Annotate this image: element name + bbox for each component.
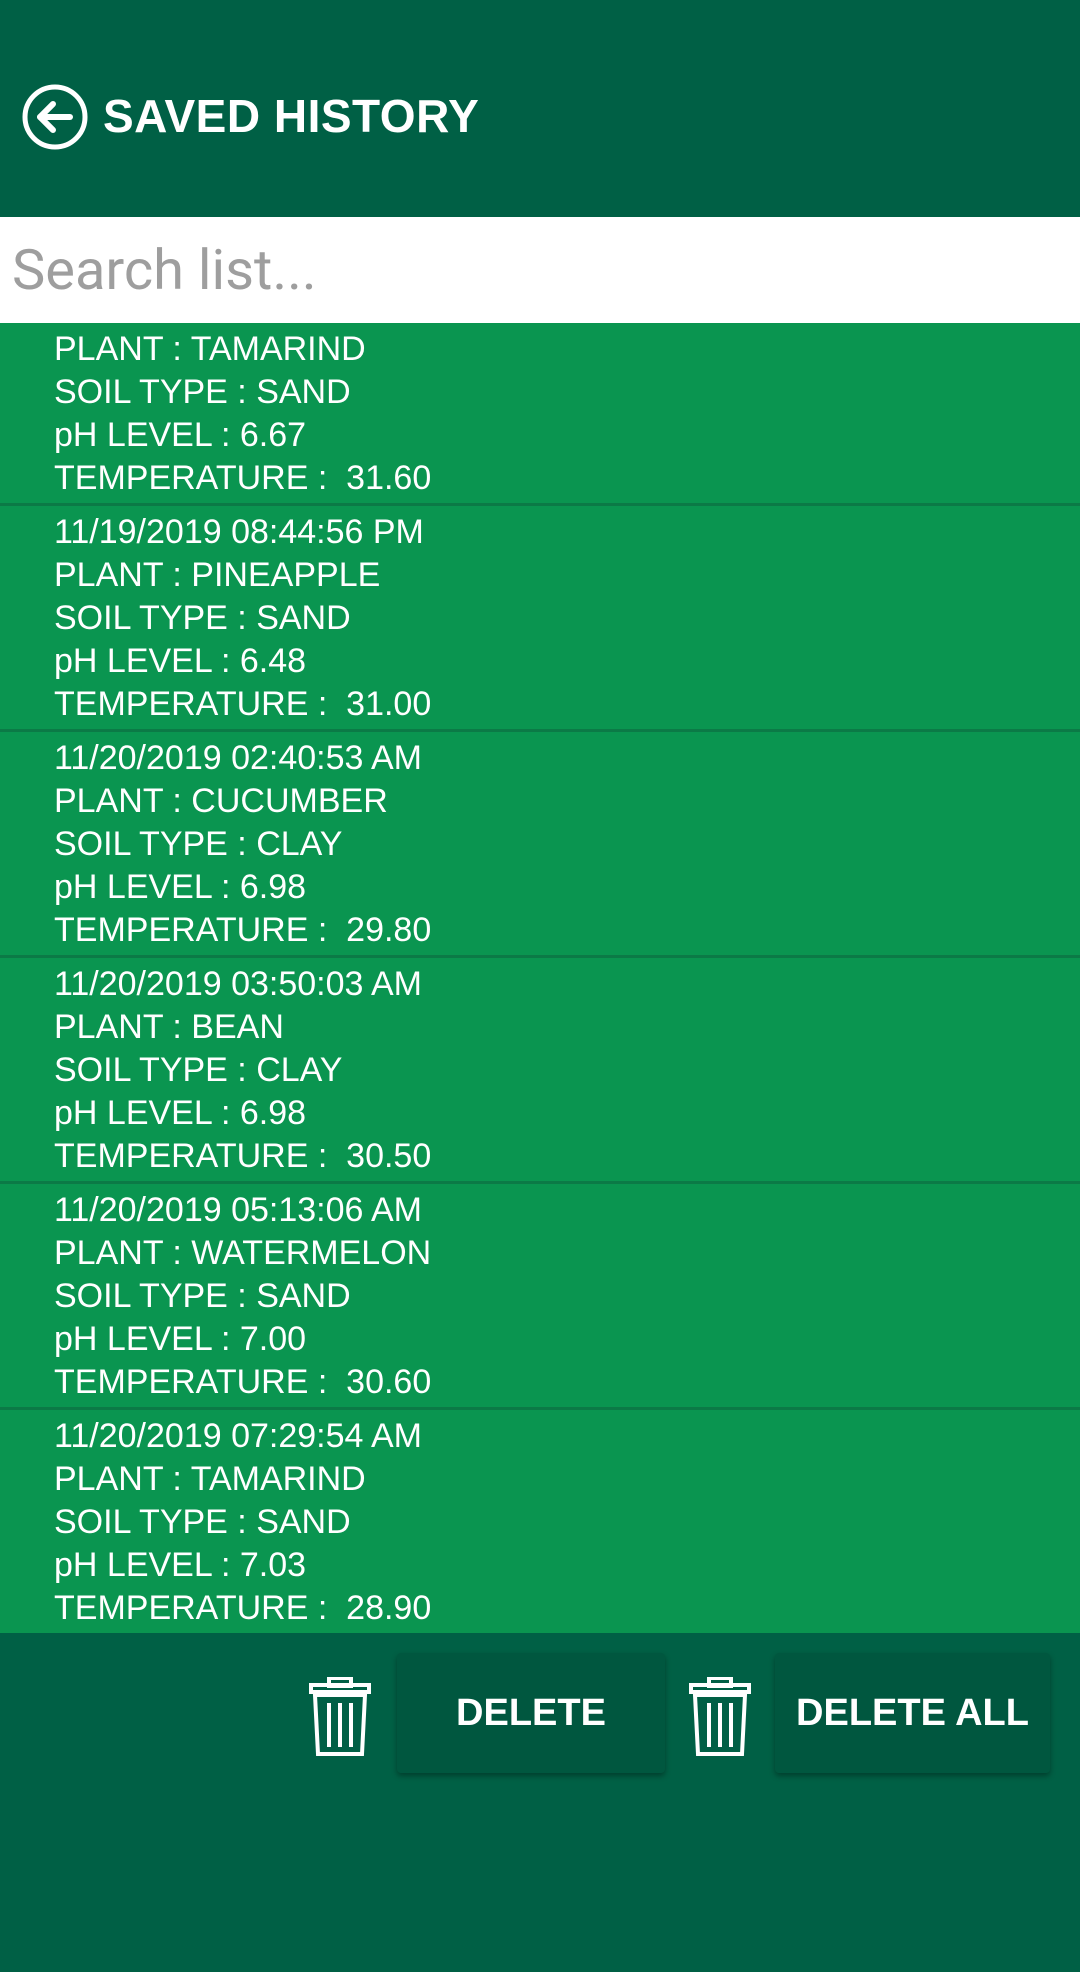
app-bar: SAVED HISTORY (0, 0, 1080, 217)
item-plant: PLANT : TAMARIND (54, 330, 366, 368)
trash-icon[interactable] (687, 1677, 753, 1757)
back-button[interactable] (20, 82, 90, 152)
item-plant: PLANT : CUCUMBER (54, 782, 388, 820)
list-item[interactable]: 11/20/2019 07:29:54 AM PLANT : TAMARIND SO… (0, 1410, 1080, 1633)
list-item[interactable]: 11/20/2019 02:40:53 AM PLANT : CUCUMBER SO… (0, 732, 1080, 958)
item-soil-type: SOIL TYPE : SAND (54, 1503, 351, 1541)
item-ph-level: pH LEVEL : 6.67 (54, 416, 307, 454)
item-soil-type: SOIL TYPE : SAND (54, 599, 351, 637)
item-ph-level: pH LEVEL : 7.03 (54, 1546, 307, 1584)
item-temperature: TEMPERATURE : 29.80 (54, 911, 432, 949)
history-list[interactable]: 11/19/2019 08:40:12 PMPLANT : TAMARINDSO… (0, 323, 1080, 1633)
item-soil-type: SOIL TYPE : CLAY (54, 825, 343, 863)
item-ph-level: pH LEVEL : 7.00 (54, 1320, 307, 1358)
item-datetime: 11/20/2019 05:13:06 AM (54, 1191, 423, 1229)
item-soil-type: SOIL TYPE : SAND (54, 1277, 351, 1315)
item-datetime: 11/20/2019 07:29:54 AM (54, 1417, 423, 1455)
page-title: SAVED HISTORY (103, 90, 480, 142)
item-temperature: TEMPERATURE : 30.50 (54, 1137, 432, 1175)
arrow-left-circle-icon (22, 84, 88, 150)
list-item[interactable]: 11/19/2019 08:40:12 PMPLANT : TAMARINDSO… (0, 323, 1080, 506)
item-ph-level: pH LEVEL : 6.98 (54, 868, 307, 906)
item-datetime: 11/19/2019 08:44:56 PM (54, 513, 424, 551)
item-plant: PLANT : WATERMELON (54, 1234, 432, 1272)
item-plant: PLANT : PINEAPPLE (54, 556, 381, 594)
delete-all-button[interactable]: DELETE ALL (775, 1653, 1050, 1773)
item-temperature: TEMPERATURE : 28.90 (54, 1589, 432, 1627)
item-datetime: 11/20/2019 02:40:53 AM (54, 739, 423, 777)
list-item[interactable]: 11/19/2019 08:44:56 PM PLANT : PINEAPPLE S… (0, 506, 1080, 732)
delete-button[interactable]: DELETE (397, 1653, 665, 1773)
item-temperature: TEMPERATURE : 30.60 (54, 1363, 432, 1401)
item-ph-level: pH LEVEL : 6.48 (54, 642, 307, 680)
list-item[interactable]: 11/20/2019 03:50:03 AM PLANT : BEAN SOIL T… (0, 958, 1080, 1184)
search-input[interactable] (0, 217, 1080, 323)
list-item[interactable]: 11/20/2019 05:13:06 AM PLANT : WATERMELON… (0, 1184, 1080, 1410)
item-temperature: TEMPERATURE : 31.60 (54, 459, 432, 497)
item-plant: PLANT : TAMARIND (54, 1460, 366, 1498)
item-soil-type: SOIL TYPE : SAND (54, 373, 351, 411)
item-plant: PLANT : BEAN (54, 1008, 284, 1046)
item-datetime: 11/20/2019 03:50:03 AM (54, 965, 423, 1003)
bottom-action-bar: DELETE DELETE ALL (0, 1633, 1080, 1972)
item-ph-level: pH LEVEL : 6.98 (54, 1094, 307, 1132)
item-temperature: TEMPERATURE : 31.00 (54, 685, 432, 723)
item-soil-type: SOIL TYPE : CLAY (54, 1051, 343, 1089)
trash-icon[interactable] (307, 1677, 373, 1757)
